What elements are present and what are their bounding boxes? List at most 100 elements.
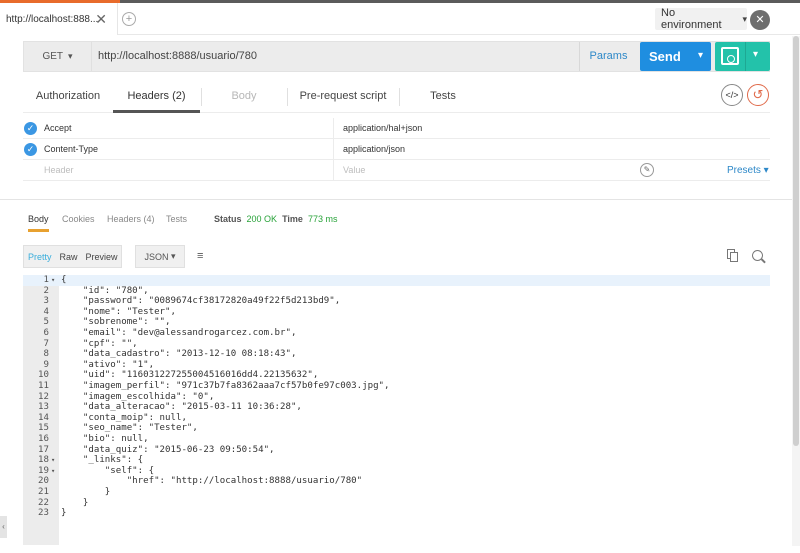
line-number: 16 (38, 434, 49, 444)
tab-tests[interactable]: Tests (399, 80, 487, 113)
line-number: 7 (43, 338, 49, 349)
status-value: 200 OK (246, 214, 278, 224)
header-key[interactable]: Content-Type (44, 139, 334, 160)
format-select[interactable]: JSON ▾ (135, 245, 185, 268)
params-button[interactable]: Params (579, 42, 637, 71)
reset-icon[interactable]: ↺ (747, 84, 769, 106)
line-number: 4 (43, 306, 49, 317)
tab-pre-request-script[interactable]: Pre-request script (287, 80, 399, 113)
code-line: 4 "nome": "Tester", (23, 307, 770, 318)
view-mode-group: Pretty Raw Preview (23, 245, 122, 268)
header-row-new: Header Value ✎ Presets ▾ (23, 160, 770, 181)
code-text: } (61, 497, 89, 508)
chevron-down-icon[interactable]: ▾ (698, 50, 703, 61)
line-number: 14 (38, 412, 49, 423)
view-mode-pretty[interactable]: Pretty (24, 252, 56, 262)
code-line: 20 "href": "http://localhost:8888/usuari… (23, 476, 770, 487)
code-line: 7 "cpf": "", (23, 339, 770, 350)
code-text: "imagem_perfil": "971c37b7fa8362aaa7cf57… (61, 381, 390, 391)
method-label: GET (42, 51, 64, 62)
response-tab-headers[interactable]: Headers (4) (107, 206, 155, 232)
chevron-down-icon: ▾ (742, 13, 747, 24)
code-line: 15 "seo_name": "Tester", (23, 423, 770, 434)
url-bar: GET ▾ http://localhost:8888/usuario/780 … (23, 41, 770, 72)
code-line: 13 "data_alteracao": "2015-03-11 10:36:2… (23, 402, 770, 413)
sidebar-toggle-icon[interactable]: ‹ (0, 516, 7, 538)
line-number: 15 (38, 423, 49, 434)
code-text: "data_cadastro": "2013-12-10 08:18:43", (61, 349, 297, 360)
code-text: "bio": null, (61, 434, 149, 444)
tab-body[interactable]: Body (201, 80, 287, 113)
presets-label: Presets (727, 165, 761, 176)
code-snippet-icon[interactable]: </> (721, 84, 743, 106)
header-row: ✓ Content-Type application/json (23, 139, 770, 160)
tab-headers[interactable]: Headers (2) (113, 80, 200, 113)
url-input[interactable]: http://localhost:8888/usuario/780 (98, 42, 257, 71)
header-value-input[interactable]: Value (343, 160, 365, 181)
code-text: "password": "0089674cf38172820a49f22f5d2… (61, 296, 341, 307)
copy-icon[interactable] (727, 249, 739, 262)
code-line: 2 "id": "780", (23, 286, 770, 297)
header-key[interactable]: Accept (44, 118, 334, 139)
send-label: Send (649, 49, 681, 64)
response-tab-tests[interactable]: Tests (166, 206, 187, 232)
code-text: "id": "780", (61, 285, 149, 296)
line-number: 1 (43, 275, 49, 285)
request-tab-title: http://localhost:888... (6, 13, 99, 25)
view-mode-raw[interactable]: Raw (56, 252, 82, 262)
code-line: 6 "email": "dev@alessandrogarcez.com.br"… (23, 328, 770, 339)
line-number: 11 (38, 381, 49, 391)
search-icon[interactable] (752, 250, 763, 261)
code-line: 8 "data_cadastro": "2013-12-10 08:18:43"… (23, 349, 770, 360)
chevron-down-icon[interactable]: ▾ (753, 49, 758, 60)
code-text: "sobrenome": "", (61, 317, 171, 328)
checkbox-checked-icon[interactable]: ✓ (24, 122, 37, 135)
code-line: 11 "imagem_perfil": "971c37b7fa8362aaa7c… (23, 381, 770, 392)
scrollbar[interactable] (792, 36, 800, 546)
view-mode-preview[interactable]: Preview (82, 252, 122, 262)
close-icon[interactable]: ✕ (95, 11, 107, 28)
code-text: "seo_name": "Tester", (61, 423, 198, 434)
save-divider (745, 42, 746, 71)
line-number: 23 (38, 508, 49, 519)
line-number: 8 (43, 349, 49, 360)
response-body-editor[interactable]: 1 ▾{2 "id": "780", 3 "password": "0089674c… (23, 275, 770, 545)
presets-dropdown[interactable]: Presets ▾ (727, 160, 769, 181)
environment-quick-look-icon[interactable]: ✕ (750, 10, 770, 30)
wrap-lines-icon[interactable]: ≡ (197, 250, 203, 262)
code-text: { (61, 275, 67, 285)
code-text: "data_quiz": "2015-06-23 09:50:54", (61, 444, 275, 455)
code-line: 19 ▾ "self": { (23, 466, 770, 477)
fold-arrow-icon[interactable]: ▾ (51, 466, 55, 477)
environment-label: No environment (661, 7, 722, 31)
save-button[interactable]: ▾ (715, 42, 770, 71)
section-divider (0, 199, 800, 200)
scrollbar-thumb[interactable] (793, 36, 799, 446)
code-text: "nome": "Tester", (61, 306, 176, 317)
header-value[interactable]: application/json (343, 139, 405, 160)
environment-select[interactable]: No environment ▾ (655, 7, 747, 31)
code-line: 3 "password": "0089674cf38172820a49f22f5… (23, 296, 770, 307)
response-status: Status 200 OK Time 773 ms (214, 206, 337, 232)
checkbox-checked-icon[interactable]: ✓ (24, 143, 37, 156)
line-number: 9 (43, 359, 49, 370)
line-number: 22 (38, 497, 49, 508)
chevron-down-icon: ▾ (171, 251, 176, 261)
tab-authorization[interactable]: Authorization (23, 80, 113, 113)
add-tab-icon[interactable]: + (122, 12, 136, 26)
code-text: "ativo": "1", (61, 359, 155, 370)
request-tab[interactable]: http://localhost:888... ✕ (0, 3, 118, 35)
line-number: 13 (38, 402, 49, 413)
code-text: "email": "dev@alessandrogarcez.com.br", (61, 328, 297, 338)
fold-arrow-icon[interactable]: ▾ (51, 275, 55, 286)
send-button[interactable]: Send ▾ (640, 42, 711, 71)
response-tab-cookies[interactable]: Cookies (62, 206, 95, 232)
header-key-input[interactable]: Header (44, 160, 334, 181)
code-text: "data_alteracao": "2015-03-11 10:36:28", (61, 402, 302, 413)
header-value[interactable]: application/hal+json (343, 118, 422, 139)
response-tab-body[interactable]: Body (28, 206, 49, 232)
method-select[interactable]: GET ▾ (24, 42, 92, 71)
code-text: "cpf": "", (61, 338, 138, 349)
bulk-edit-icon[interactable]: ✎ (640, 163, 654, 177)
fold-arrow-icon[interactable]: ▾ (51, 455, 55, 466)
